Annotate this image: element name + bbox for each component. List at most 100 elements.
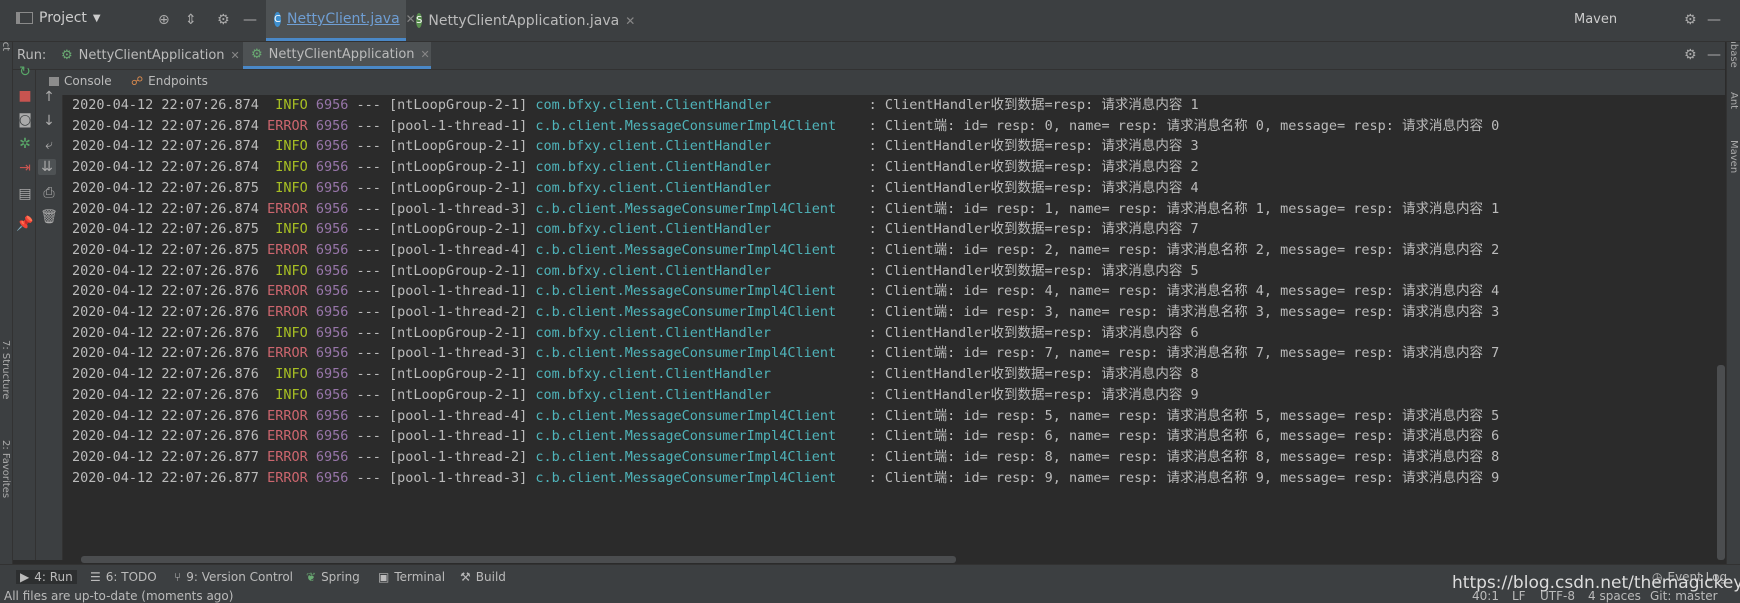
console-line: 2020-04-12 22:07:26.874 ERROR 6956 --- […: [72, 116, 1499, 137]
log-separator: ---: [356, 179, 381, 196]
log-message: : ClientHandler收到数据=resp: 请求消息内容 6: [868, 324, 1199, 341]
run-tab-label: NettyClientApplication: [78, 48, 225, 63]
log-level: INFO: [267, 179, 308, 196]
status-message[interactable]: All files are up-to-date (moments ago): [4, 589, 233, 603]
log-separator: ---: [356, 241, 381, 258]
log-level: ERROR: [267, 407, 308, 424]
log-pid: 6956: [315, 386, 349, 403]
terminal-icon: ▣: [378, 570, 390, 584]
tab-terminal[interactable]: ▣ Terminal: [378, 570, 445, 584]
watermark: https://blog.csdn.net/themagickeyjianan: [1452, 573, 1740, 593]
log-message: : Client端: id= resp: 3, name= resp: 请求消息…: [868, 304, 1500, 320]
log-logger: com.bfxy.client.ClientHandler: [535, 324, 861, 341]
minimize-icon[interactable]: —: [1707, 12, 1721, 28]
log-logger: com.bfxy.client.ClientHandler: [535, 159, 861, 176]
tab-endpoints[interactable]: ☍ Endpoints: [131, 74, 208, 88]
locate-target-icon[interactable]: ⊕: [158, 12, 170, 28]
log-level: ERROR: [267, 469, 308, 486]
log-pid: 6956: [315, 448, 349, 465]
log-logger: c.b.client.MessageConsumerImpl4Client: [535, 117, 861, 134]
log-pid: 6956: [315, 428, 349, 445]
run-tab-nettyclientapplication-2[interactable]: ⚙ NettyClientApplication ✕: [243, 42, 431, 69]
file-tab-label: NettyClient.java: [286, 11, 400, 27]
trash-icon[interactable]: 🗑: [40, 209, 58, 225]
console-line: 2020-04-12 22:07:26.875 INFO 6956 --- [n…: [72, 178, 1199, 199]
log-thread: [pool-1-thread-3]: [389, 200, 528, 217]
gear-icon[interactable]: ⚙: [217, 12, 230, 28]
log-separator: ---: [356, 159, 381, 176]
exit-icon[interactable]: ⇥: [16, 160, 34, 176]
ant-tool-window-label[interactable]: Ant: [1728, 92, 1739, 109]
play-icon: ▶: [20, 570, 30, 584]
log-message: : ClientHandler收到数据=resp: 请求消息内容 5: [868, 262, 1199, 279]
file-tab-label: NettyClientApplication.java: [428, 12, 620, 29]
close-icon[interactable]: ✕: [421, 48, 430, 61]
log-pid: 6956: [315, 304, 349, 320]
tab-console-label: Console: [64, 74, 112, 88]
soft-wrap-icon[interactable]: ⤶: [40, 137, 58, 153]
structure-tool-window-label[interactable]: 7: Structure: [0, 340, 11, 399]
log-thread: [pool-1-thread-4]: [389, 241, 528, 258]
log-timestamp: 2020-04-12 22:07:26.877: [72, 469, 259, 486]
tab-version-control[interactable]: ⑂ 9: Version Control: [174, 570, 293, 584]
log-separator: ---: [356, 407, 381, 424]
rerun-icon[interactable]: ↻: [16, 64, 34, 80]
tab-endpoints-label: Endpoints: [148, 74, 208, 88]
gear-icon[interactable]: ⚙: [1684, 12, 1697, 28]
console-output[interactable]: 2020-04-12 22:07:26.874 INFO 6956 --- [n…: [63, 95, 1725, 558]
log-logger: c.b.client.MessageConsumerImpl4Client: [535, 283, 861, 300]
maven-tool-window-label[interactable]: Maven: [1728, 140, 1739, 173]
log-logger: c.b.client.MessageConsumerImpl4Client: [535, 469, 861, 486]
log-pid: 6956: [315, 200, 349, 217]
tab-build[interactable]: ⚒ Build: [460, 570, 506, 584]
run-tab-nettyclientapplication-1[interactable]: ⚙ NettyClientApplication ✕: [53, 42, 241, 69]
tab-todo[interactable]: ☰ 6: TODO: [90, 570, 157, 584]
print-icon[interactable]: ⎙: [40, 185, 58, 201]
layout-icon[interactable]: ▤: [16, 186, 34, 202]
tab-spring[interactable]: ❦ Spring: [306, 570, 360, 584]
minimize-icon[interactable]: —: [243, 12, 257, 28]
log-level: ERROR: [267, 117, 308, 134]
pin-icon[interactable]: 📌: [16, 216, 34, 232]
log-level: ERROR: [267, 241, 308, 258]
run-tab-label: NettyClientApplication: [268, 46, 415, 62]
tab-nettyclientapplication-java[interactable]: S NettyClientApplication.java ✕: [408, 0, 635, 41]
log-logger: com.bfxy.client.ClientHandler: [535, 179, 861, 196]
project-view-icon: [16, 12, 33, 24]
console-tabs-bar: Console ☍ Endpoints: [13, 70, 1725, 95]
log-timestamp: 2020-04-12 22:07:26.876: [72, 283, 259, 300]
camera-icon[interactable]: ◙: [16, 112, 34, 128]
spring-boot-icon: ⚙: [61, 48, 73, 63]
close-icon[interactable]: ✕: [625, 14, 635, 28]
log-logger: com.bfxy.client.ClientHandler: [535, 262, 861, 279]
run-label: Run:: [17, 48, 47, 63]
tab-run[interactable]: ▶ 4: Run: [16, 570, 77, 584]
log-level: ERROR: [267, 283, 308, 300]
tab-console[interactable]: Console: [49, 74, 112, 88]
vertical-scrollbar[interactable]: [1717, 365, 1725, 560]
debug-icon[interactable]: ✲: [16, 136, 34, 152]
log-timestamp: 2020-04-12 22:07:26.874: [72, 138, 259, 155]
arrow-down-icon[interactable]: ↓: [40, 113, 58, 129]
log-level: INFO: [267, 138, 308, 155]
log-logger: c.b.client.MessageConsumerImpl4Client: [535, 200, 861, 217]
tab-version-control-label: 9: Version Control: [186, 570, 294, 584]
console-line: 2020-04-12 22:07:26.874 INFO 6956 --- [n…: [72, 136, 1199, 157]
tab-nettyclient-java[interactable]: C NettyClient.java ✕: [266, 0, 416, 41]
collapse-icon[interactable]: ⇕: [185, 12, 197, 28]
horizontal-scrollbar[interactable]: [81, 556, 956, 563]
gear-icon[interactable]: ⚙: [1684, 47, 1697, 63]
stop-icon[interactable]: ■: [16, 88, 34, 104]
project-dropdown[interactable]: Project ▼: [16, 10, 101, 26]
log-thread: [ntLoopGroup-2-1]: [389, 324, 528, 341]
close-icon[interactable]: ✕: [231, 49, 240, 62]
right-tool-stripe: Database Ant Maven: [1726, 0, 1740, 603]
minimize-icon[interactable]: —: [1707, 47, 1721, 63]
console-line: 2020-04-12 22:07:26.876 ERROR 6956 --- […: [72, 343, 1499, 364]
arrow-up-icon[interactable]: ↑: [40, 89, 58, 105]
tab-run-label: 4: Run: [34, 570, 73, 584]
scroll-to-end-icon[interactable]: ⇊: [38, 159, 56, 175]
favorites-tool-window-label[interactable]: 2: Favorites: [0, 440, 11, 498]
spring-boot-icon: ⚙: [251, 46, 263, 62]
log-message: : Client端: id= resp: 0, name= resp: 请求消息…: [868, 117, 1500, 134]
